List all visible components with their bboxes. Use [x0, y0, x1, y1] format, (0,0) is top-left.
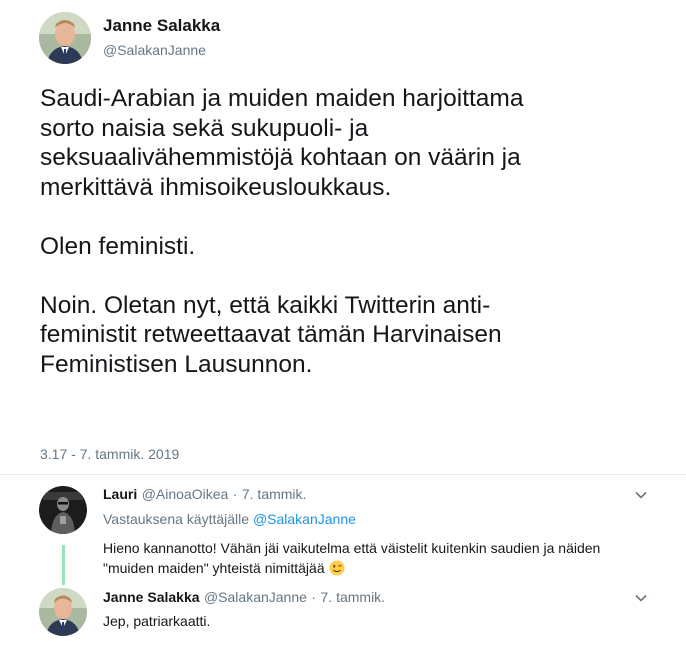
author-handle[interactable]: @SalakanJanne	[103, 42, 206, 58]
chevron-down-icon[interactable]	[634, 488, 648, 502]
wink-emoji-icon	[329, 560, 345, 576]
reply-text-line-2-wrap: "muiden maiden" yhteistä nimittäjää	[103, 558, 663, 578]
reply-author-name[interactable]: Lauri	[103, 486, 137, 502]
reply-text-line-2: "muiden maiden" yhteistä nimittäjää	[103, 560, 325, 576]
reply-context-prefix: Vastauksena käyttäjälle	[103, 511, 250, 527]
reply-text: Hieno kannanotto! Vähän jäi vaikutelma e…	[103, 538, 663, 578]
reply-author-name[interactable]: Janne Salakka	[103, 589, 200, 605]
author-name[interactable]: Janne Salakka	[103, 16, 220, 36]
reply-context-handle[interactable]: @SalakanJanne	[253, 511, 356, 527]
reply-author-handle[interactable]: @AinoaOikea	[142, 486, 229, 502]
tweet-text: Saudi-Arabian ja muiden maiden harjoitta…	[40, 84, 650, 409]
reply-text-line-1: Hieno kannanotto! Vähän jäi vaikutelma e…	[103, 540, 601, 556]
author-avatar[interactable]	[39, 12, 91, 64]
reply-context: Vastauksena käyttäjälle @SalakanJanne	[103, 511, 356, 527]
tweet-paragraph-3: Noin. Oletan nyt, että kaikki Twitterin …	[40, 291, 502, 378]
reply-date[interactable]: 7. tammik.	[321, 589, 386, 605]
reply-header: Janne Salakka @SalakanJanne · 7. tammik.	[103, 589, 385, 607]
reply-avatar-janne[interactable]	[39, 588, 87, 636]
chevron-down-icon[interactable]	[634, 591, 648, 605]
reply-date[interactable]: 7. tammik.	[242, 486, 307, 502]
reply-separator: ·	[311, 589, 317, 605]
tweet-paragraph-2: Olen feministi.	[40, 232, 196, 260]
reply-text: Jep, patriarkaatti.	[103, 613, 211, 629]
reply-author-handle[interactable]: @SalakanJanne	[204, 589, 307, 605]
reply-separator: ·	[232, 486, 238, 502]
thread-connector	[62, 545, 65, 585]
tweet-timestamp[interactable]: 3.17 - 7. tammik. 2019	[40, 446, 179, 462]
reply-header: Lauri @AinoaOikea · 7. tammik.	[103, 486, 306, 504]
reply-avatar-lauri[interactable]	[39, 486, 87, 534]
tweet-paragraph-1: Saudi-Arabian ja muiden maiden harjoitta…	[40, 85, 524, 201]
divider	[0, 474, 686, 475]
